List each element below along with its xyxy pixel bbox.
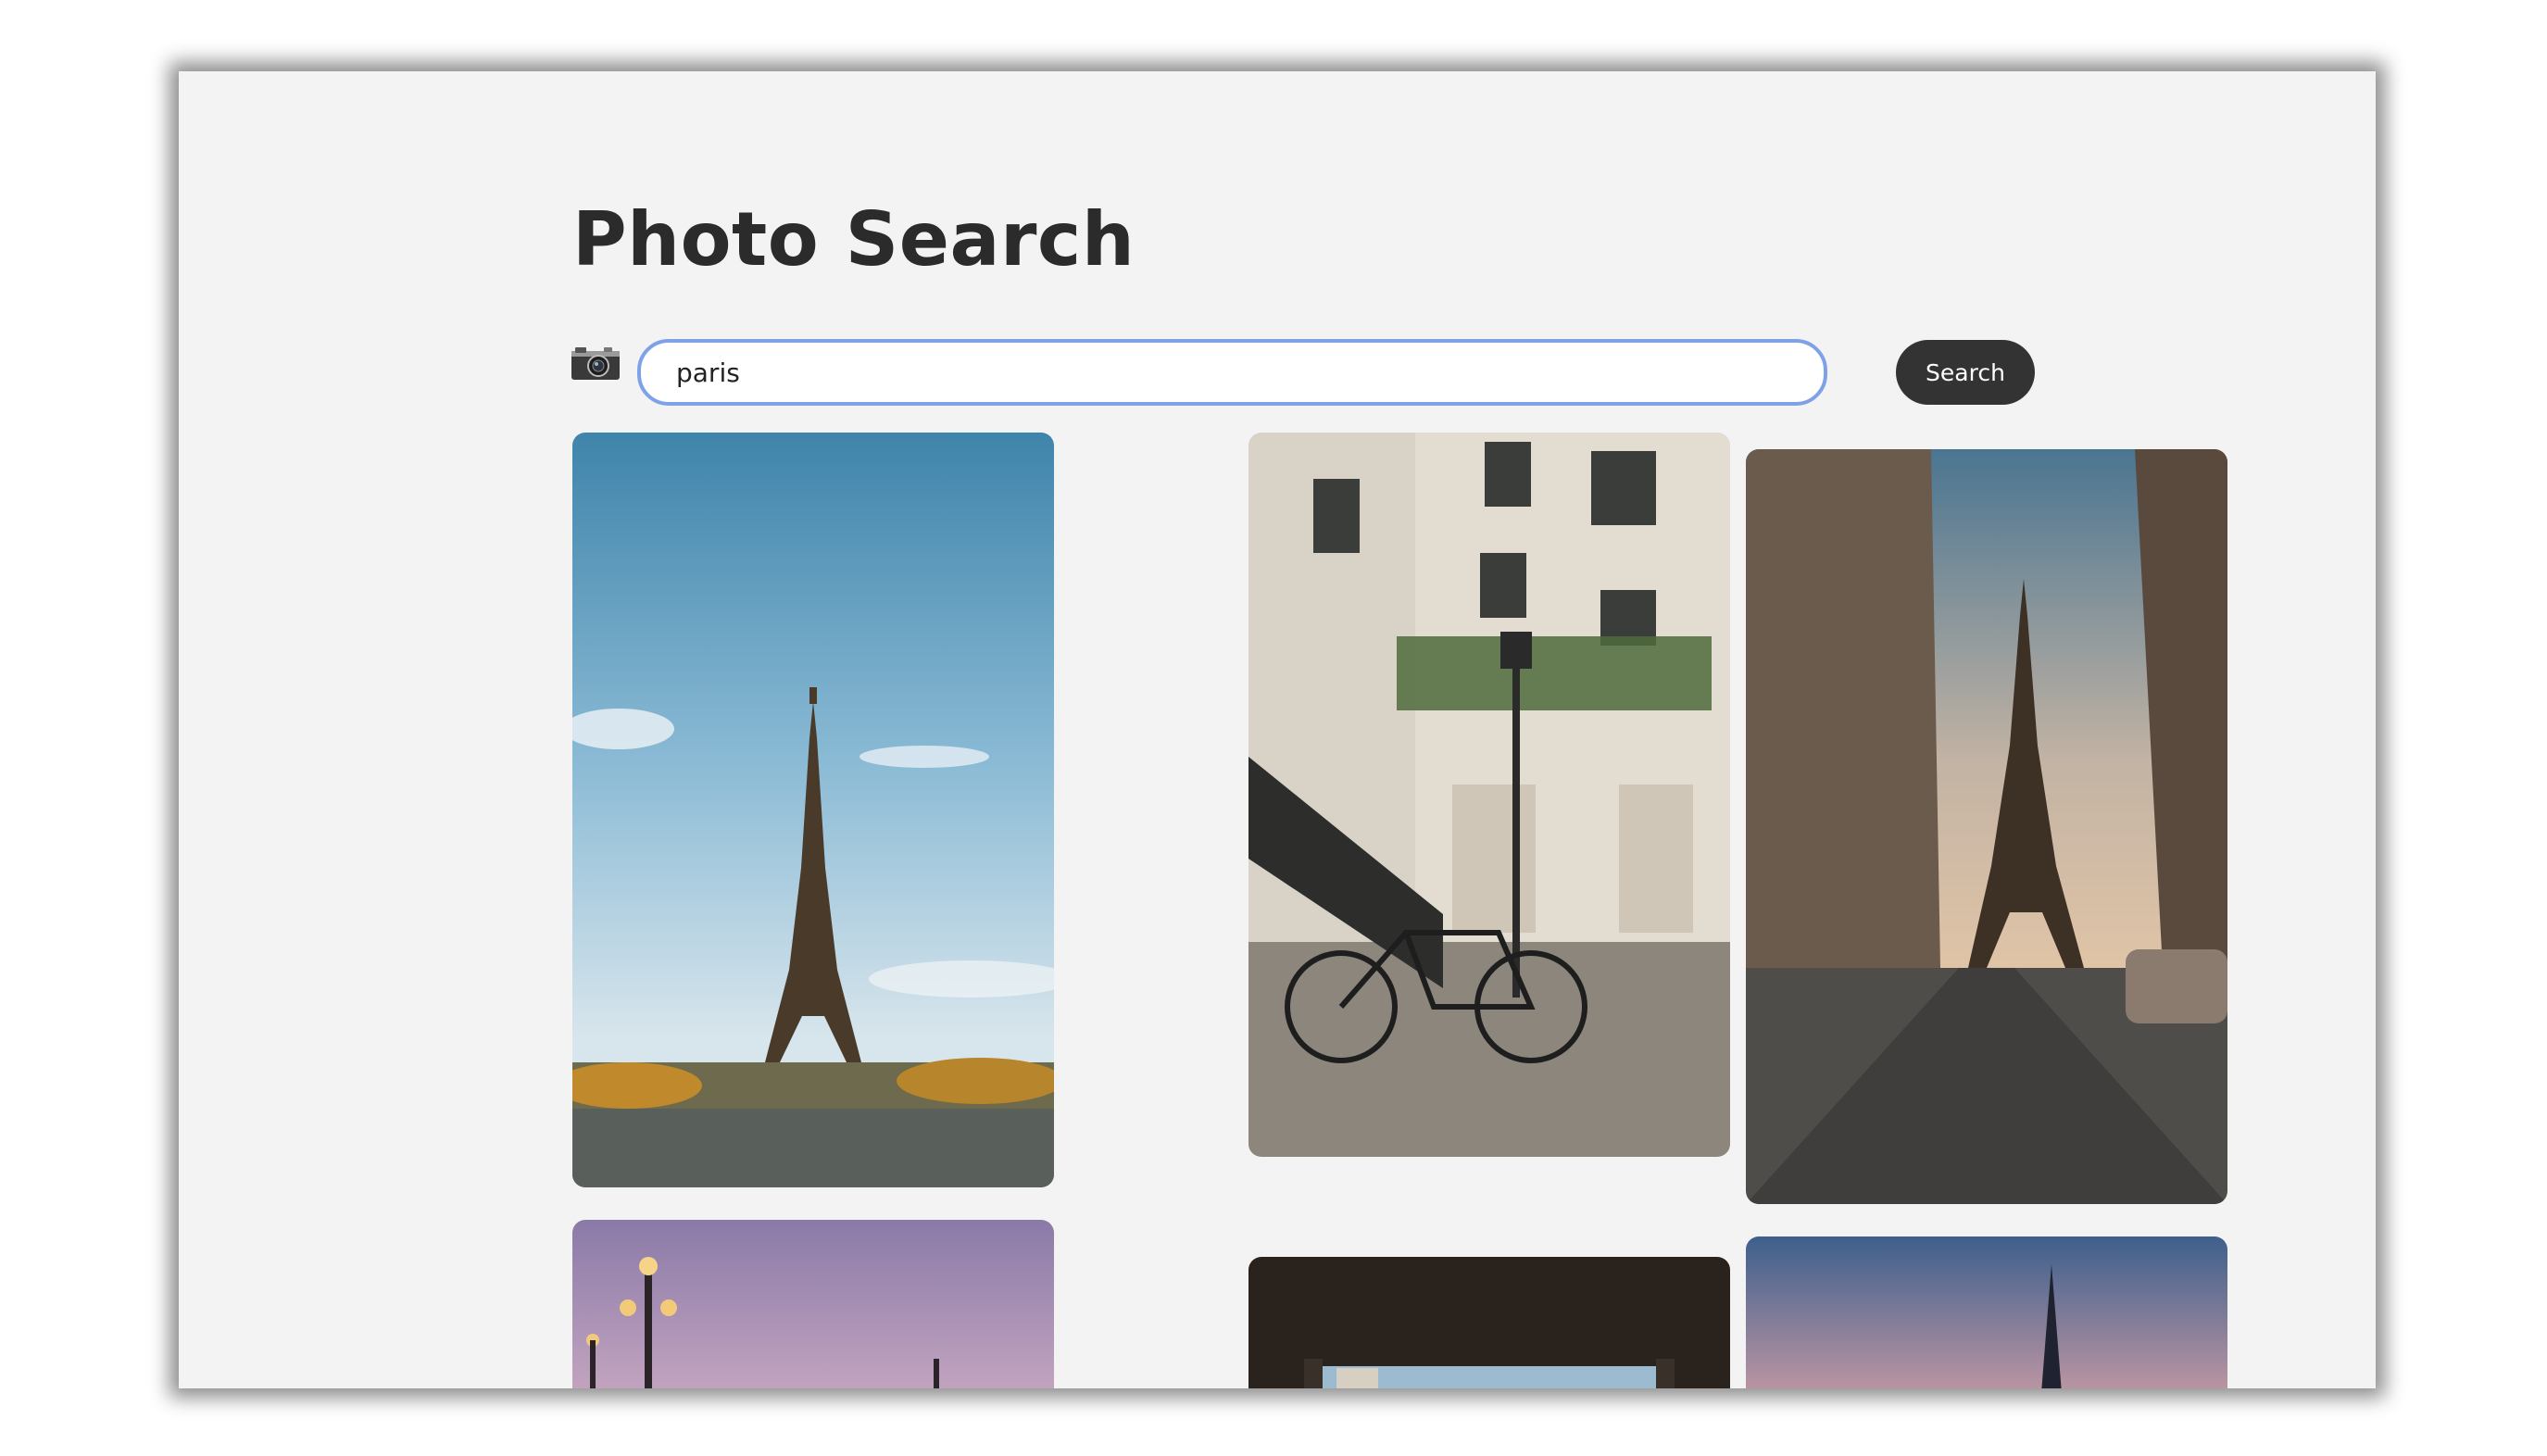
bicycle-street-photo (1248, 433, 1730, 1157)
search-input[interactable] (637, 339, 1827, 406)
page-title: Photo Search (572, 196, 1135, 282)
search-button[interactable]: Search (1896, 340, 2035, 405)
eiffel-sunset-photo (1746, 1236, 2227, 1388)
photo-result[interactable] (1248, 1257, 1730, 1388)
photo-result[interactable] (1746, 1236, 2227, 1388)
eiffel-tower-photo (572, 433, 1054, 1187)
bridge-lamps-photo (572, 1220, 1054, 1388)
photo-result[interactable] (1248, 433, 1730, 1157)
photo-result[interactable] (572, 1220, 1054, 1388)
street-eiffel-photo (1746, 449, 2227, 1204)
window-view-photo (1248, 1257, 1730, 1388)
photo-result[interactable] (1746, 449, 2227, 1204)
app-window: Photo Search Search (179, 71, 2376, 1388)
photo-result[interactable] (572, 433, 1054, 1187)
camera-icon (571, 345, 621, 382)
